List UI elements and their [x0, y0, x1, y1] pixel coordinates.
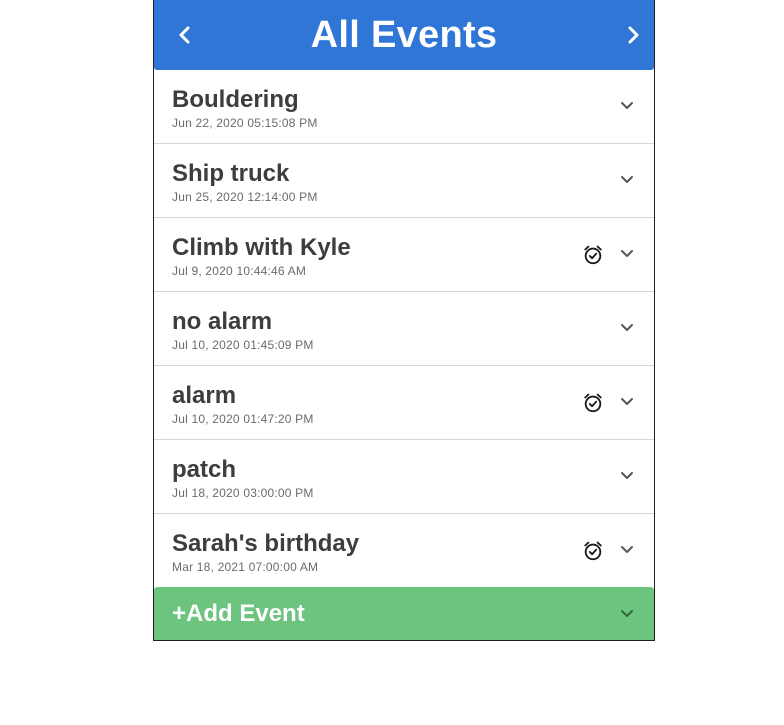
- page-title: All Events: [310, 13, 498, 56]
- event-row[interactable]: Sarah's birthday Mar 18, 2021 07:00:00 AM: [154, 514, 654, 587]
- event-name: alarm: [172, 382, 237, 409]
- prev-button[interactable]: [170, 18, 200, 52]
- chevron-left-icon: [179, 26, 190, 44]
- next-button[interactable]: [618, 18, 648, 52]
- chevron-down-icon[interactable]: [620, 323, 634, 333]
- event-row[interactable]: Climb with Kyle Jul 9, 2020 10:44:46 AM: [154, 218, 654, 292]
- chevron-down-icon[interactable]: [620, 175, 634, 185]
- event-row[interactable]: Ship truck Jun 25, 2020 12:14:00 PM: [154, 144, 654, 218]
- event-row[interactable]: alarm Jul 10, 2020 01:47:20 PM: [154, 366, 654, 440]
- header-bar: All Events: [154, 0, 654, 70]
- chevron-right-icon: [628, 26, 639, 44]
- chevron-down-icon[interactable]: [620, 101, 634, 111]
- chevron-down-icon[interactable]: [620, 545, 634, 555]
- event-date: Mar 18, 2021 07:00:00 AM: [172, 560, 319, 574]
- event-row[interactable]: no alarm Jul 10, 2020 01:45:09 PM: [154, 292, 654, 366]
- event-name: Sarah's birthday: [172, 530, 360, 557]
- events-app: All Events Bouldering Jun 22, 2020 05:15:…: [153, 0, 655, 641]
- event-name: Climb with Kyle: [172, 234, 351, 261]
- event-date: Jul 10, 2020 01:47:20 PM: [172, 412, 314, 426]
- event-date: Jul 10, 2020 01:45:09 PM: [172, 338, 314, 352]
- event-name: Bouldering: [172, 86, 299, 113]
- event-row[interactable]: Bouldering Jun 22, 2020 05:15:08 PM: [154, 70, 654, 144]
- add-event-label: +Add Event: [172, 600, 305, 627]
- event-name: patch: [172, 456, 237, 483]
- chevron-down-icon: [621, 610, 633, 617]
- event-list: Bouldering Jun 22, 2020 05:15:08 PM Ship t…: [154, 70, 654, 587]
- event-name: no alarm: [172, 308, 273, 335]
- add-event-button[interactable]: +Add Event: [154, 587, 654, 640]
- alarm-clock-check-icon: [584, 541, 602, 561]
- alarm-clock-check-icon: [584, 393, 602, 413]
- chevron-down-icon[interactable]: [620, 397, 634, 407]
- event-name: Ship truck: [172, 160, 290, 187]
- event-date: Jun 25, 2020 12:14:00 PM: [172, 190, 318, 204]
- event-date: Jul 18, 2020 03:00:00 PM: [172, 486, 314, 500]
- alarm-clock-check-icon: [584, 245, 602, 265]
- chevron-down-icon[interactable]: [620, 471, 634, 481]
- chevron-down-icon[interactable]: [620, 249, 634, 259]
- event-row[interactable]: patch Jul 18, 2020 03:00:00 PM: [154, 440, 654, 514]
- event-date: Jul 9, 2020 10:44:46 AM: [172, 264, 307, 278]
- event-date: Jun 22, 2020 05:15:08 PM: [172, 116, 318, 130]
